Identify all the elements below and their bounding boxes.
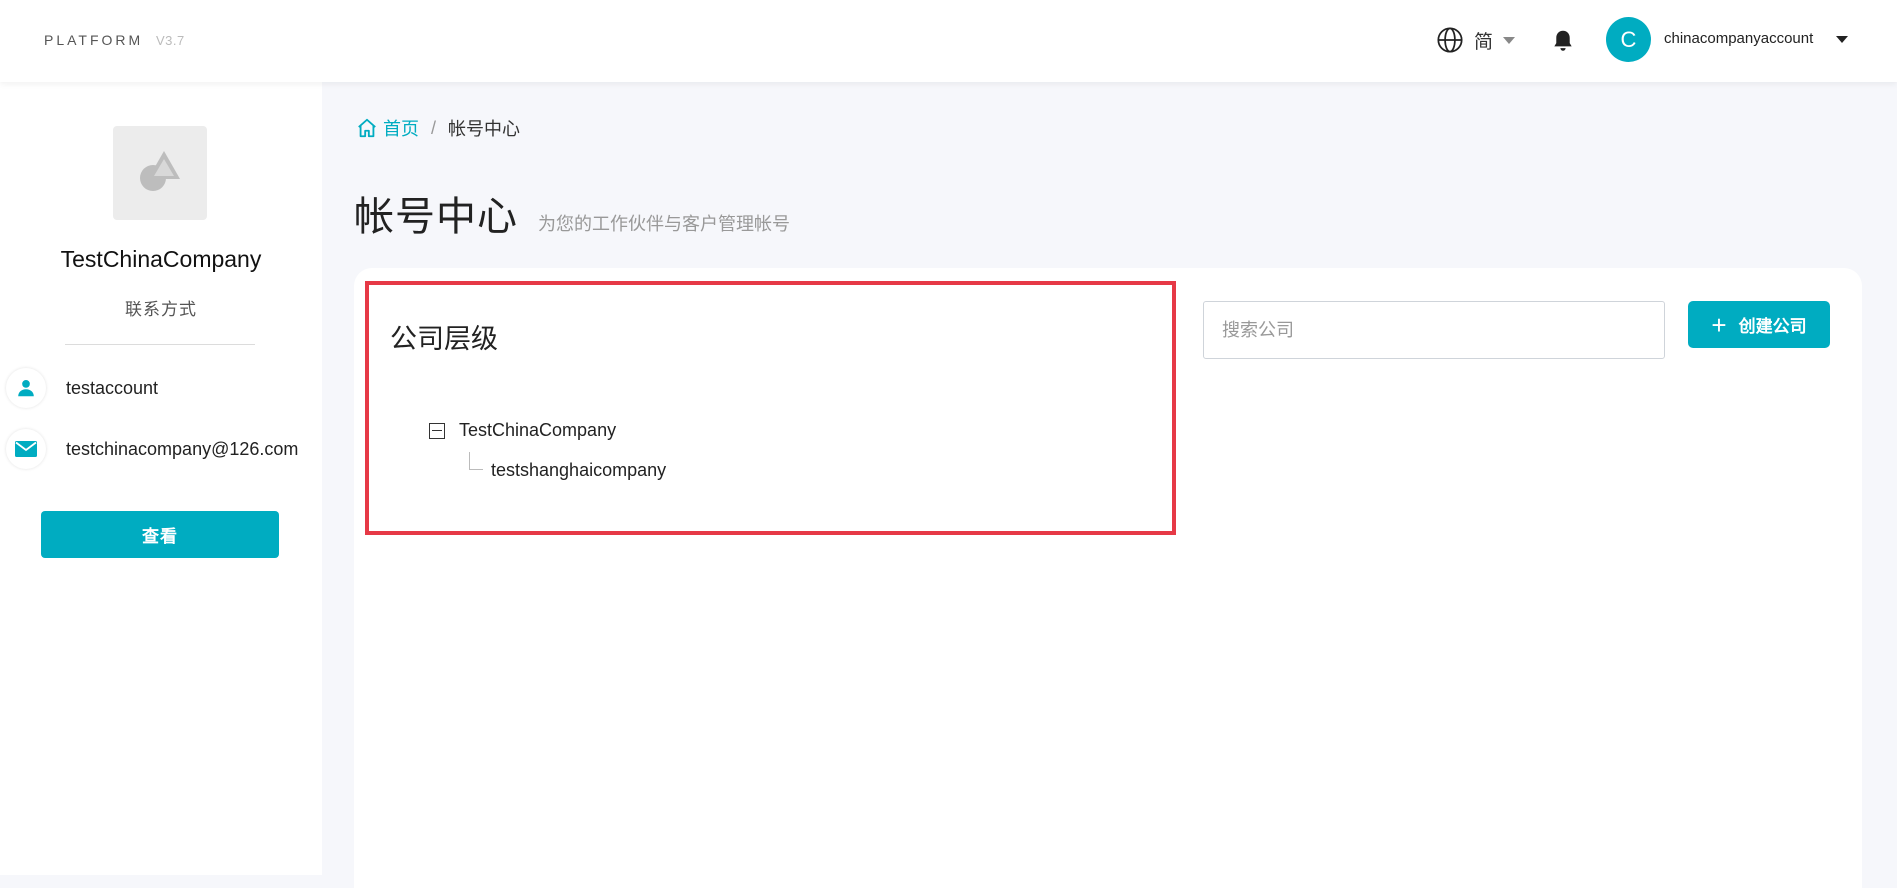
language-label: 简 [1474, 31, 1494, 53]
account-name: testaccount [66, 377, 159, 398]
breadcrumb-current: 帐号中心 [448, 119, 521, 139]
company-sidebar: TestChinaCompany 联系方式 testaccount testch… [0, 82, 322, 875]
avatar[interactable]: C [1606, 17, 1651, 62]
breadcrumb: 首页 / 帐号中心 [356, 115, 520, 141]
breadcrumb-separator: / [431, 117, 437, 138]
company-hierarchy-panel: 公司层级 TestChinaCompany testshanghaicompan… [365, 281, 1176, 535]
tree-connector [469, 452, 483, 470]
divider [65, 344, 255, 345]
page-subtitle: 为您的工作伙伴与客户管理帐号 [538, 214, 790, 234]
home-icon [358, 118, 376, 138]
page-title: 帐号中心 [354, 195, 518, 239]
breadcrumb-home-label: 首页 [383, 119, 419, 139]
email-address: testchinacompany@126.com [66, 438, 299, 459]
view-button[interactable]: 查看 [41, 511, 279, 558]
breadcrumb-home-link[interactable]: 首页 [356, 115, 419, 141]
shapes-icon [140, 151, 180, 191]
create-company-label: 创建公司 [1738, 317, 1807, 336]
email-row: testchinacompany@126.com [6, 428, 298, 470]
username-label[interactable]: chinacompanyaccount [1664, 30, 1813, 47]
language-selector[interactable]: 简 [1436, 25, 1516, 55]
chevron-down-icon [1503, 36, 1516, 44]
person-icon [6, 368, 46, 408]
mail-icon [6, 429, 46, 469]
contact-label: 联系方式 [125, 300, 197, 319]
tree-node-label[interactable]: TestChinaCompany [459, 420, 616, 441]
create-company-button[interactable]: + 创建公司 [1688, 301, 1830, 348]
tree-node-child[interactable]: testshanghaicompany [491, 460, 666, 481]
account-row: testaccount [6, 367, 158, 409]
tree-node-root[interactable]: TestChinaCompany [429, 420, 616, 441]
bell-icon[interactable] [1550, 27, 1576, 55]
search-company-input[interactable] [1203, 301, 1665, 359]
globe-icon [1437, 27, 1463, 53]
version-label: V3.7 [156, 33, 185, 48]
hierarchy-title: 公司层级 [390, 324, 498, 354]
company-name: TestChinaCompany [60, 246, 262, 272]
company-logo-placeholder [113, 126, 207, 220]
collapse-icon[interactable] [429, 422, 445, 439]
plus-icon: + [1711, 309, 1727, 340]
top-header: PLATFORM V3.7 简 C chinacompanyaccount [0, 0, 1897, 82]
user-menu-chevron-icon[interactable] [1836, 36, 1848, 43]
brand-logo-text[interactable]: PLATFORM [44, 32, 143, 48]
